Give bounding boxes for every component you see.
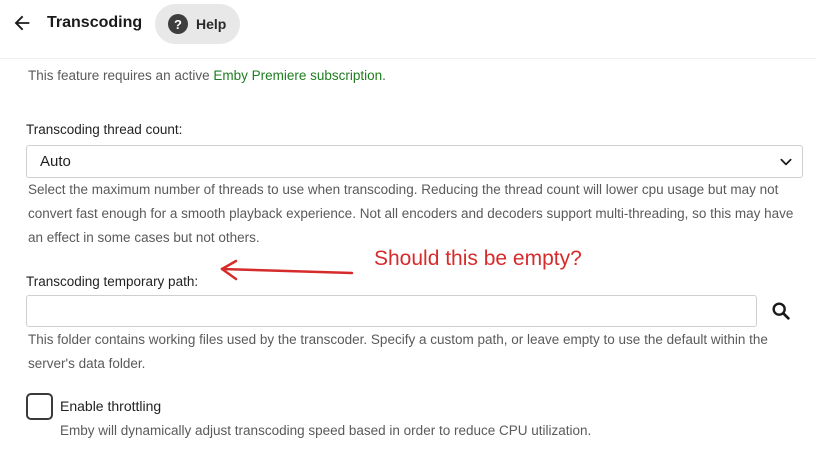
transcoding-settings-page: pg Transcoding ? Help This feature requi… [0,0,816,458]
temp-path-label: Transcoding temporary path: [26,274,199,289]
question-mark-icon: ? [168,14,188,34]
back-button[interactable] [8,9,36,37]
temp-path-input[interactable] [26,295,757,327]
annotation-question: Should this be empty? [374,247,582,270]
help-button[interactable]: ? Help [155,4,240,44]
temp-path-help: This folder contains working files used … [28,332,768,371]
annotation-arrow-icon [220,259,354,281]
premiere-note-prefix: This feature requires an active [28,68,214,83]
help-button-label: Help [196,16,227,32]
emby-premiere-link[interactable]: Emby Premiere subscription [213,68,382,83]
thread-count-select[interactable]: Auto [26,145,803,178]
premiere-note-suffix: . [382,68,386,83]
premiere-note: This feature requires an active Emby Pre… [28,68,386,83]
thread-count-help: Select the maximum number of threads to … [28,182,794,245]
arrow-left-icon [14,15,30,31]
search-icon [772,302,790,320]
throttling-checkbox[interactable] [26,393,53,420]
thread-count-value: Auto [40,153,71,170]
page-header: Transcoding ? Help [0,0,816,59]
browse-folder-button[interactable] [766,296,796,326]
throttling-help: Emby will dynamically adjust transcoding… [60,423,592,438]
thread-count-label: Transcoding thread count: [26,122,183,137]
chevron-down-icon [780,158,792,166]
throttling-label[interactable]: Enable throttling [60,398,161,414]
page-title: Transcoding [47,14,143,31]
